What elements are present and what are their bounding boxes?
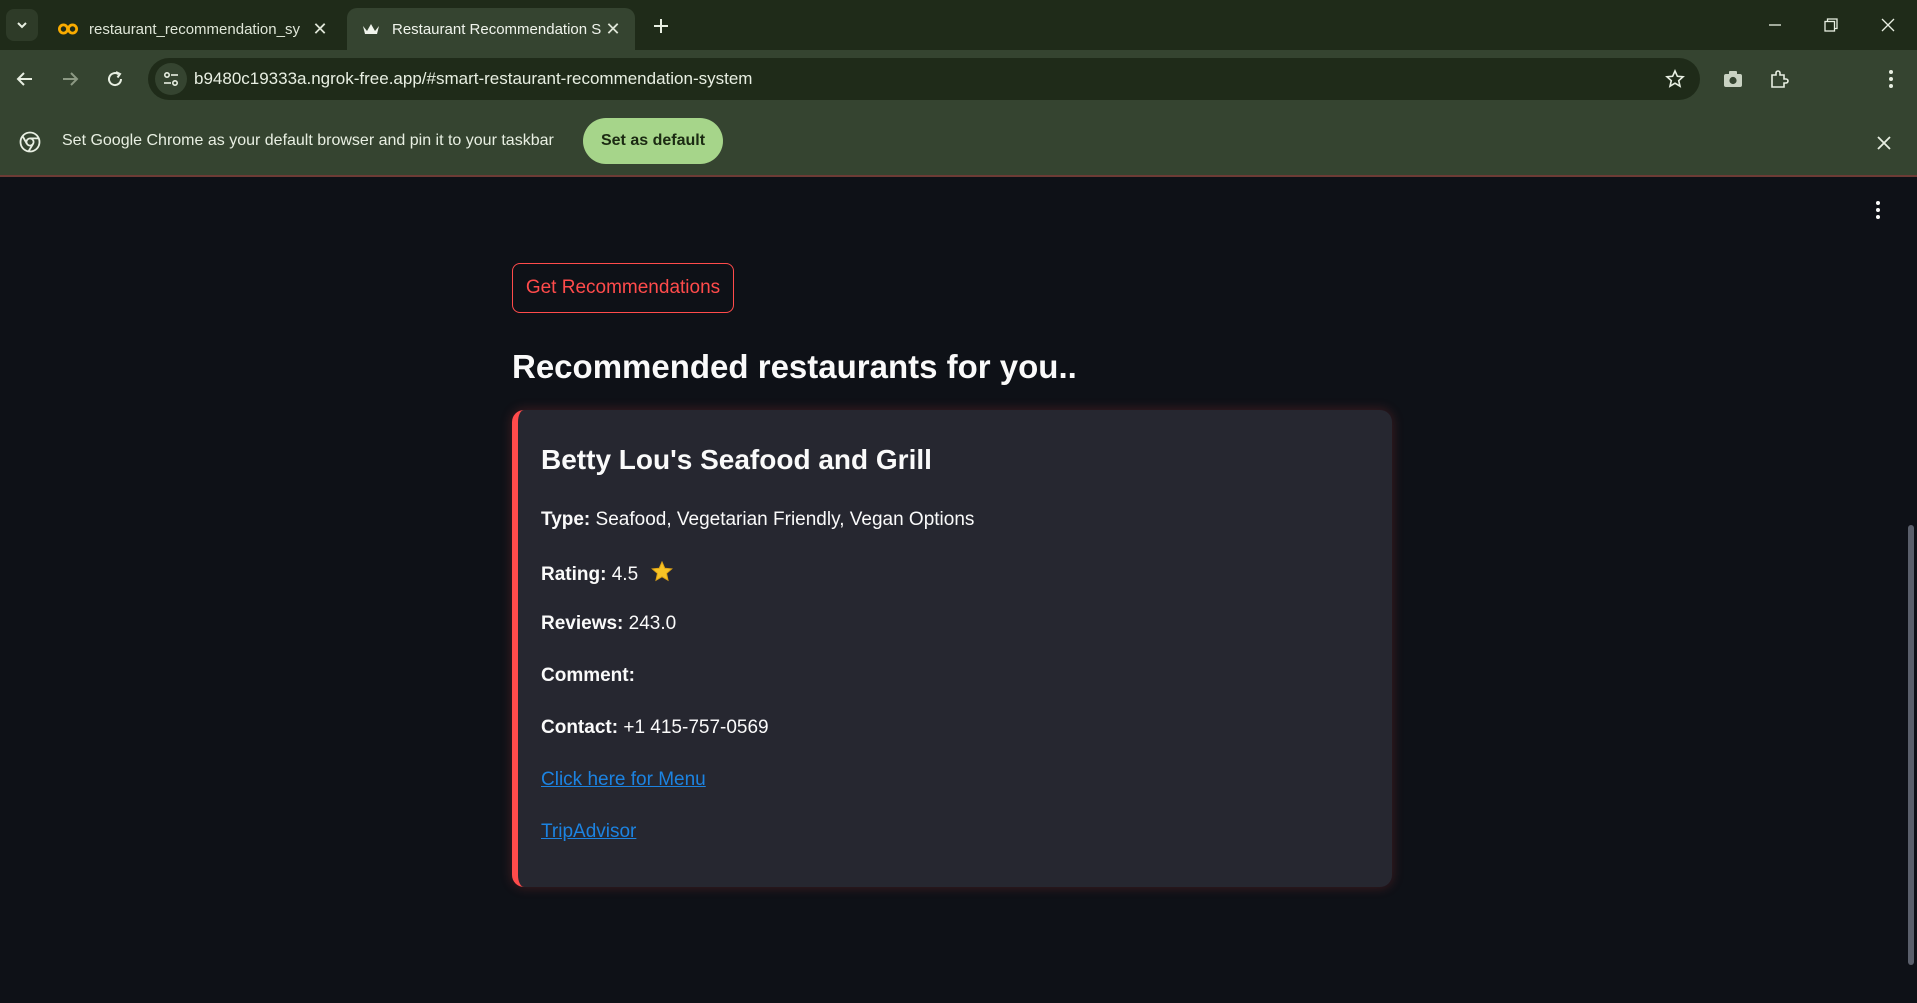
star-icon: [651, 560, 674, 588]
comment-label: Comment:: [541, 665, 635, 686]
restaurant-name: Betty Lou's Seafood and Grill: [541, 444, 932, 475]
default-browser-infobar: Set Google Chrome as your default browse…: [0, 108, 1917, 177]
plus-icon: [654, 19, 668, 33]
close-infobar-icon[interactable]: [1872, 131, 1896, 155]
chrome-menu-icon[interactable]: [1876, 64, 1906, 94]
close-tab-icon[interactable]: ✕: [601, 17, 625, 41]
arrow-left-icon: [16, 72, 32, 86]
menu-link-row: Click here for Menu: [541, 769, 706, 791]
url-text[interactable]: b9480c19333a.ngrok-free.app/#smart-resta…: [194, 69, 752, 89]
colab-icon: [58, 19, 78, 39]
arrow-right-icon: [63, 72, 79, 86]
get-recommendations-button[interactable]: Get Recommendations: [512, 263, 734, 313]
close-icon: [1881, 18, 1895, 32]
contact-label: Contact:: [541, 717, 619, 738]
type-label: Type:: [541, 509, 591, 530]
forward-button[interactable]: [55, 64, 85, 94]
restaurant-reviews: Reviews: 243.0: [541, 613, 676, 635]
minimize-icon: [1769, 24, 1781, 26]
type-value: Seafood, Vegetarian Friendly, Vegan Opti…: [595, 509, 975, 530]
tab-restaurant-app[interactable]: Restaurant Recommendation Sy ✕: [347, 8, 635, 50]
restaurant-type: Type: Seafood, Vegetarian Friendly, Vega…: [541, 509, 974, 531]
streamlit-crown-icon: [361, 19, 381, 39]
extensions-puzzle-icon[interactable]: [1764, 64, 1794, 94]
restore-icon: [1824, 18, 1838, 32]
reviews-label: Reviews:: [541, 613, 624, 634]
restaurant-card: Betty Lou's Seafood and Grill Type: Seaf…: [512, 410, 1392, 887]
rating-value: 4.5: [611, 564, 639, 585]
reload-button[interactable]: [100, 64, 130, 94]
reload-icon: [108, 71, 123, 87]
tab-colab[interactable]: restaurant_recommendation_sy ✕: [44, 8, 342, 50]
chevron-down-icon: [17, 22, 27, 29]
set-as-default-button[interactable]: Set as default: [583, 118, 723, 164]
tripadvisor-link[interactable]: TripAdvisor: [541, 821, 636, 842]
bookmark-star-icon[interactable]: [1664, 68, 1686, 90]
main-content: Get Recommendations Recommended restaura…: [0, 242, 1917, 1003]
back-button[interactable]: [10, 64, 40, 94]
tab-search-button[interactable]: [6, 9, 38, 41]
restaurant-rating: Rating: 4.5: [541, 560, 674, 588]
tab-title: Restaurant Recommendation Sy: [392, 20, 601, 38]
tripadvisor-link-row: TripAdvisor: [541, 821, 636, 843]
close-window-button[interactable]: [1873, 10, 1903, 40]
browser-toolbar: b9480c19333a.ngrok-free.app/#smart-resta…: [0, 50, 1917, 141]
restaurant-comment: Comment:: [541, 665, 635, 687]
restaurant-contact: Contact: +1 415-757-0569: [541, 717, 769, 739]
contact-value: +1 415-757-0569: [623, 717, 769, 738]
chrome-logo-icon: [18, 130, 42, 154]
app-header: [0, 177, 1917, 242]
minimize-button[interactable]: [1760, 10, 1790, 40]
infobar-message: Set Google Chrome as your default browse…: [62, 132, 554, 149]
camera-icon[interactable]: [1718, 64, 1748, 94]
new-tab-button[interactable]: [648, 13, 674, 39]
reviews-value: 243.0: [628, 613, 677, 634]
page-scrollbar[interactable]: [1908, 525, 1914, 965]
close-tab-icon[interactable]: ✕: [308, 17, 332, 41]
tab-title: restaurant_recommendation_sy: [89, 20, 300, 38]
page-heading: Recommended restaurants for you..: [512, 348, 1077, 385]
app-menu-icon[interactable]: [1868, 197, 1888, 223]
site-info-icon[interactable]: [155, 63, 187, 95]
rating-label: Rating:: [541, 564, 607, 585]
menu-link[interactable]: Click here for Menu: [541, 769, 706, 790]
restore-button[interactable]: [1816, 10, 1846, 40]
address-bar[interactable]: b9480c19333a.ngrok-free.app/#smart-resta…: [148, 58, 1700, 100]
tab-strip: restaurant_recommendation_sy ✕ Restauran…: [0, 0, 1917, 50]
